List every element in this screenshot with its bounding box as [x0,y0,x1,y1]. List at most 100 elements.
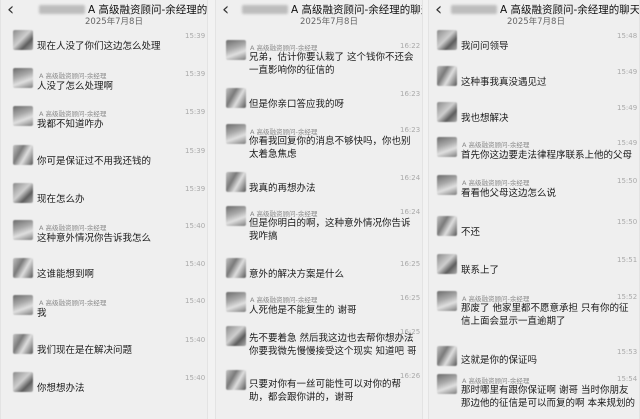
message-text: 但是你明白的啊，这种意外情况你告诉我咋搞 [249,218,411,242]
message-sender: A 高级融资顾问-余经理 [250,296,318,304]
avatar[interactable] [437,102,457,122]
message-text: 你想想办法 [37,383,85,394]
message-text: 首先你这边要走法律程序联系上他的父母 [461,150,633,161]
message-time: 16:23 [400,90,421,98]
message-time: 15:54 [617,375,638,383]
message-time: 15:50 [617,177,638,185]
avatar[interactable] [13,30,33,50]
message-text: 人没了怎么处理啊 [37,81,114,92]
message-time: 15:51 [617,256,638,264]
chat-panel-1: A 高级融资顾问-余经理的聊天... 2025年7月8日 15:39 现在人没了… [0,0,208,419]
message-time: 15:39 [185,32,206,40]
back-arrow-icon[interactable] [7,3,14,19]
message-time: 15:52 [617,293,638,301]
message-text: 我问问领导 [461,41,509,52]
avatar[interactable] [437,346,457,366]
avatar[interactable] [437,66,457,86]
avatar[interactable] [226,88,246,108]
message-text: 我 [37,308,47,319]
avatar[interactable] [13,334,33,354]
message-text: 但是你亲口答应我的呀 [249,99,345,110]
message-text: 兄弟，估计你要认栽了 这个钱你不还会一直影响你的征信的 [249,52,414,76]
avatar[interactable] [13,145,33,165]
avatar[interactable] [13,220,33,240]
message-time: 15:39 [185,108,206,116]
message-text: 这种意外情况你告诉我怎么 [37,233,152,244]
avatar[interactable] [226,40,246,60]
chat-panel-2: A 高级融资顾问-余经理的聊天... 2025年7月8日 A 高级融资顾问-余经… [215,0,423,419]
message-time: 15:53 [617,348,638,356]
back-arrow-icon[interactable] [222,3,229,19]
message-time: 15:40 [185,297,206,305]
message-time: 16:22 [400,42,421,50]
avatar[interactable] [437,374,457,394]
back-arrow-icon[interactable] [435,3,442,19]
message-time: 15:39 [185,185,206,193]
message-text: 意外的解决方案是什么 [249,269,345,280]
avatar[interactable] [226,172,246,192]
message-time: 16:23 [400,126,421,134]
message-time: 15:40 [185,222,206,230]
chat-header: A 高级融资顾问-余经理的聊天... 2025年7月8日 [429,0,639,28]
avatar[interactable] [13,68,33,88]
avatar[interactable] [437,137,457,157]
avatar[interactable] [437,216,457,236]
avatar[interactable] [226,370,246,390]
avatar[interactable] [226,326,246,346]
message-text: 那废了 他家里都不愿意承担 只有你的征信上面会显示一直逾期了 [461,303,629,327]
message-time: 15:49 [617,104,638,112]
message-time: 15:48 [617,32,638,40]
avatar[interactable] [13,106,33,126]
message-text: 你可是保证过不用我还钱的 [37,156,152,167]
message-time: 16:25 [400,260,421,268]
avatar[interactable] [437,291,457,311]
message-text: 现在怎么办 [37,194,85,205]
message-text: 我也想解决 [461,113,509,124]
blurred-username [242,5,288,14]
message-sender: A 高级融资顾问-余经理 [39,299,107,307]
message-time: 16:24 [400,174,421,182]
avatar[interactable] [226,258,246,278]
message-text: 这谁能想到啊 [37,269,95,280]
message-sender: A 高级融资顾问-余经理 [462,179,530,187]
avatar[interactable] [13,258,33,278]
message-text: 我真的再想办法 [249,183,316,194]
blurred-username [39,5,85,14]
message-time: 16:25 [400,294,421,302]
message-text: 人死他是不能复生的 谢哥 [249,305,357,316]
message-text: 只要对你有一丝可能性可以对你的帮助，都会跟你讲的，谢哥 [249,379,402,403]
avatar[interactable] [13,372,33,392]
blurred-username [451,5,497,14]
message-time: 15:39 [185,147,206,155]
message-sender: A 高级融资顾问-余经理 [39,110,107,118]
message-text: 我们现在是在解决问题 [37,345,133,356]
message-time: 15:40 [185,336,206,344]
avatar[interactable] [226,206,246,226]
message-text: 现在人没了你们这边怎么处理 [37,41,161,52]
message-sender: A 高级融资顾问-余经理 [462,141,530,149]
message-text: 我都不知道咋办 [37,119,104,130]
avatar[interactable] [226,292,246,312]
message-time: 15:49 [617,139,638,147]
chat-date: 2025年7月8日 [507,17,565,27]
message-time: 16:24 [400,208,421,216]
avatar[interactable] [437,175,457,195]
chat-panel-3: A 高级融资顾问-余经理的聊天... 2025年7月8日 15:48 我问问领导… [428,0,640,419]
message-time: 15:39 [185,70,206,78]
message-time: 15:40 [185,374,206,382]
message-text: 看看他父母这边怎么说 [461,188,557,199]
message-text: 这就是你的保证吗 [461,355,538,366]
avatar[interactable] [226,124,246,144]
message-sender: A 高级融资顾问-余经理 [39,224,107,232]
chat-date: 2025年7月8日 [85,17,143,27]
chat-header: A 高级融资顾问-余经理的聊天... 2025年7月8日 [1,0,207,28]
message-text: 联系上了 [461,265,500,276]
message-text: 你看我回复你的消息不够快吗，你也别太着急焦虑 [249,136,411,160]
message-text: 那时哪里有跟你保证啊 谢哥 当时你朋友那边他的征信是可以而复的啊 本来规划的 [461,385,636,409]
avatar[interactable] [13,183,33,203]
avatar[interactable] [437,254,457,274]
avatar[interactable] [13,295,33,315]
avatar[interactable] [437,30,457,50]
message-text: 先不要着急 然后我这边也去帮你想办法 你要我微先慢慢接受这个现实 知道吧 哥 [249,333,417,357]
chat-date: 2025年7月8日 [300,17,358,27]
